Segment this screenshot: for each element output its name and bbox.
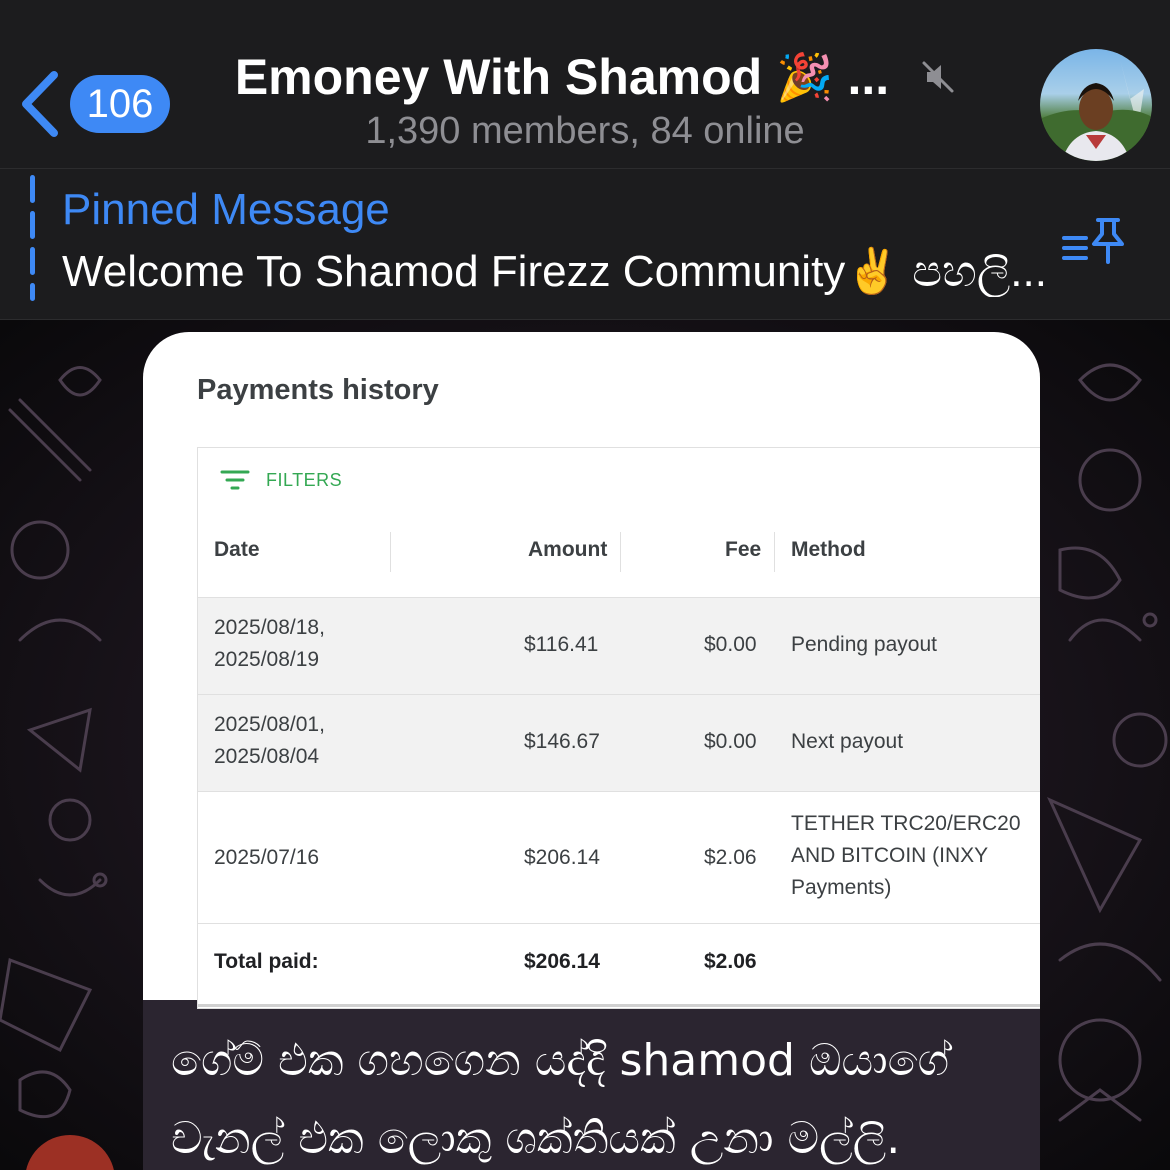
row-amount: $206.14 bbox=[524, 846, 600, 869]
member-count: 1,390 members, 84 online bbox=[365, 110, 805, 152]
filters-button: FILTERS bbox=[220, 468, 342, 492]
filters-label: FILTERS bbox=[266, 469, 343, 490]
message-image[interactable]: Payments history FILTERS Date Amount Fee… bbox=[143, 332, 1040, 1009]
pinned-message-bar[interactable]: Pinned Message Welcome To Shamod Firezz … bbox=[0, 169, 1170, 320]
column-header-fee: Fee bbox=[725, 538, 762, 561]
row-amount: $146.67 bbox=[524, 730, 600, 753]
row-fee: $2.06 bbox=[704, 846, 757, 869]
row-fee: $0.00 bbox=[704, 730, 757, 753]
title-ellipsis: ... bbox=[847, 49, 890, 105]
row-fee: $0.00 bbox=[704, 633, 757, 656]
row-date: 2025/07/16 bbox=[214, 846, 320, 869]
payments-table-card: FILTERS Date Amount Fee Method 2025/08/1… bbox=[197, 447, 1040, 1009]
caption-line: චැනල් එක ලොකු ශක්තියක් උනා මල්ලි. bbox=[171, 1113, 901, 1164]
chat-header: 106 Emoney With Shamod 🎉 ... 1,390 membe… bbox=[0, 0, 1170, 169]
row-method: TETHER TRC20/ERC20 AND BITCOIN (INXY Pay… bbox=[791, 812, 1021, 899]
party-popper-icon: 🎉 bbox=[776, 50, 834, 103]
avatar-photo bbox=[1040, 59, 1152, 161]
chat-title[interactable]: Emoney With Shamod 🎉 ... bbox=[230, 48, 960, 106]
row-method: Pending payout bbox=[791, 633, 937, 656]
total-fee: $2.06 bbox=[704, 950, 757, 973]
pinned-label: Pinned Message bbox=[62, 185, 390, 234]
pinned-list-icon[interactable] bbox=[1060, 216, 1126, 268]
filter-icon bbox=[220, 470, 250, 490]
table-row: 2025/07/16 $206.14 $2.06 TETHER TRC20/ER… bbox=[198, 791, 1040, 924]
row-amount: $116.41 bbox=[524, 633, 599, 656]
avatar[interactable] bbox=[1040, 49, 1152, 161]
column-header-method: Method bbox=[791, 538, 866, 561]
pinned-position-indicator bbox=[30, 175, 36, 301]
caption-line: ගේම් එක ගහගෙන යද්දි shamod ඔයාගේ bbox=[171, 1035, 950, 1086]
back-button[interactable]: 106 bbox=[18, 66, 178, 142]
total-amount: $206.14 bbox=[524, 950, 600, 973]
table-row: 2025/08/18, 2025/08/19 $116.41 $0.00 Pen… bbox=[198, 597, 1040, 695]
back-chevron-icon bbox=[22, 71, 58, 137]
message-bubble[interactable]: Payments history FILTERS Date Amount Fee… bbox=[143, 332, 1040, 1170]
row-method: Next payout bbox=[791, 730, 904, 753]
row-date: 2025/08/01, 2025/08/04 bbox=[214, 713, 325, 768]
telegram-chat-screen: 106 Emoney With Shamod 🎉 ... 1,390 membe… bbox=[0, 0, 1170, 1170]
column-header-amount: Amount bbox=[528, 538, 608, 561]
pinned-text: Welcome To Shamod Firezz Community✌️ පහල… bbox=[62, 247, 1047, 296]
mute-icon bbox=[922, 61, 954, 93]
total-row: Total paid: $206.14 $2.06 bbox=[198, 923, 1040, 1007]
chat-title-text: Emoney With Shamod bbox=[234, 49, 763, 105]
row-date: 2025/08/18, 2025/08/19 bbox=[214, 616, 325, 671]
payments-history-title: Payments history bbox=[197, 374, 439, 406]
unread-count-badge: 106 bbox=[70, 75, 170, 133]
column-header-date: Date bbox=[214, 538, 260, 561]
message-caption: ගේම් එක ගහගෙන යද්දි shamod ඔයාගේ චැනල් එ… bbox=[171, 1022, 1021, 1170]
table-row: 2025/08/01, 2025/08/04 $146.67 $0.00 Nex… bbox=[198, 694, 1040, 792]
total-label: Total paid: bbox=[214, 950, 319, 973]
